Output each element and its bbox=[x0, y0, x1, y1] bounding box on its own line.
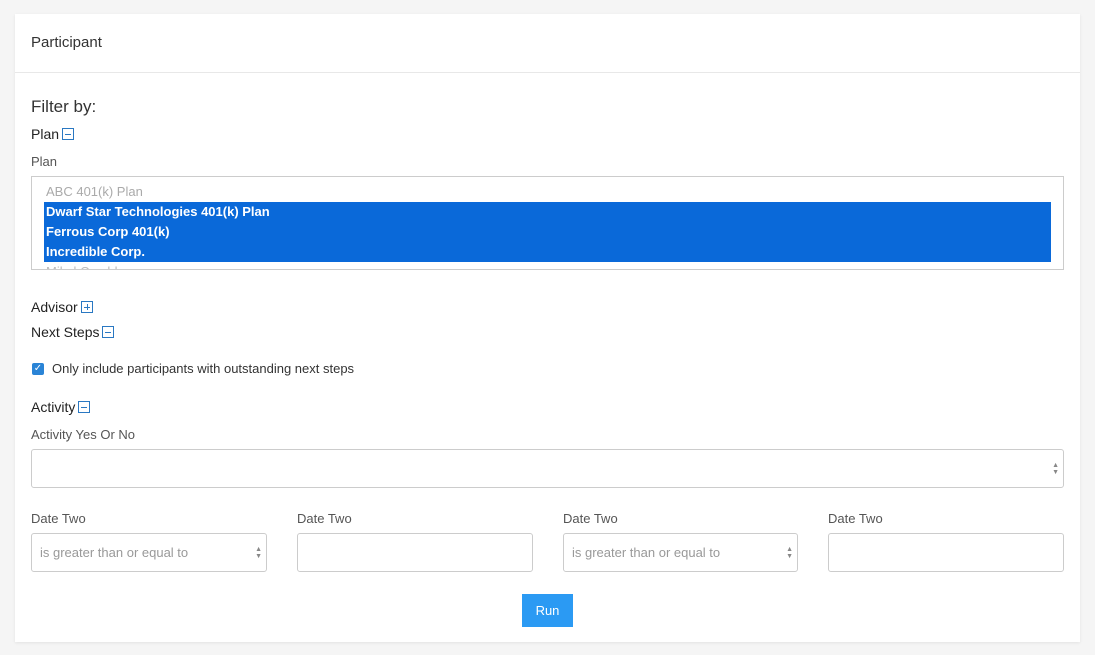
card-header: Participant bbox=[15, 14, 1080, 73]
list-item[interactable]: Incredible Corp. bbox=[44, 242, 1051, 262]
date-two-input[interactable] bbox=[828, 533, 1064, 572]
date-two-operator-select[interactable]: is greater than or equal to ▲ ▼ bbox=[31, 533, 267, 572]
collapse-icon[interactable] bbox=[62, 128, 75, 140]
select-arrows-icon: ▲ ▼ bbox=[255, 545, 262, 560]
plan-toggle-label: Plan bbox=[31, 126, 60, 142]
date-two-label: Date Two bbox=[31, 511, 86, 526]
date-two-label: Date Two bbox=[297, 511, 352, 526]
list-item[interactable]: ABC 401(k) Plan bbox=[32, 182, 1063, 202]
filter-title: Filter by: bbox=[31, 97, 97, 116]
checkmark-icon: ✓ bbox=[33, 363, 43, 374]
plan-listbox[interactable]: ABC 401(k) Plan Dwarf Star Technologies … bbox=[31, 176, 1064, 270]
plan-field-label: Plan bbox=[31, 154, 58, 169]
advisor-toggle-label: Advisor bbox=[31, 299, 78, 315]
date-two-input[interactable] bbox=[297, 533, 533, 572]
plan-section-toggle[interactable]: Plan bbox=[31, 126, 75, 142]
checkbox-label: Only include participants with outstandi… bbox=[52, 361, 355, 376]
date-two-operator-select[interactable]: is greater than or equal to ▲ ▼ bbox=[563, 533, 798, 572]
next-steps-toggle-label: Next Steps bbox=[31, 324, 100, 340]
outstanding-next-steps-option[interactable]: ✓ Only include participants with outstan… bbox=[32, 361, 354, 376]
participant-card: Participant Filter by: Plan Plan ABC 401… bbox=[15, 14, 1080, 642]
list-item[interactable]: Dwarf Star Technologies 401(k) Plan bbox=[44, 202, 1051, 222]
select-value: is greater than or equal to bbox=[40, 545, 189, 560]
list-item[interactable]: Ferrous Corp 401(k) bbox=[44, 222, 1051, 242]
outstanding-next-steps-checkbox[interactable]: ✓ bbox=[32, 362, 44, 375]
card-title: Participant bbox=[31, 34, 102, 51]
activity-toggle-label: Activity bbox=[31, 399, 76, 415]
run-button[interactable]: Run bbox=[522, 594, 573, 627]
list-item[interactable]: Mikel Corchl... bbox=[32, 262, 1063, 269]
select-value: is greater than or equal to bbox=[572, 545, 721, 560]
collapse-icon[interactable] bbox=[102, 326, 115, 338]
date-two-label: Date Two bbox=[563, 511, 618, 526]
date-two-label: Date Two bbox=[828, 511, 883, 526]
select-arrows-icon: ▲ ▼ bbox=[786, 545, 793, 560]
advisor-section-toggle[interactable]: Advisor bbox=[31, 299, 93, 315]
next-steps-section-toggle[interactable]: Next Steps bbox=[31, 324, 115, 340]
collapse-icon[interactable] bbox=[78, 401, 91, 413]
select-arrows-icon: ▲ ▼ bbox=[1052, 461, 1059, 476]
activity-section-toggle[interactable]: Activity bbox=[31, 399, 91, 415]
expand-icon[interactable] bbox=[80, 301, 93, 313]
activity-field-label: Activity Yes Or No bbox=[31, 427, 136, 442]
activity-yes-no-select[interactable]: ▲ ▼ bbox=[31, 449, 1064, 488]
